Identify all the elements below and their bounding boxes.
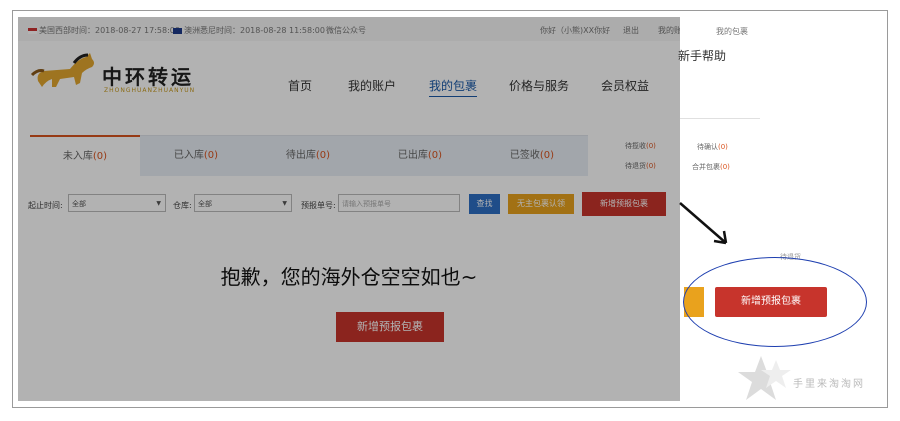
filter-bar: 起止时间: 全部 ▼ 仓库: 全部 ▼ 预报单号: 请输入预报单号 查找 无主包裹认…: [18, 192, 680, 222]
tab-pending-out[interactable]: 待出库(0): [252, 135, 364, 176]
unclaimed-button[interactable]: 无主包裹认领: [508, 194, 574, 214]
warehouse-label: 仓库:: [173, 201, 192, 210]
logo-english: ZHONGHUANZHUANYUN: [104, 87, 196, 94]
arrow-icon: [679, 202, 728, 245]
nav-member[interactable]: 会员权益: [601, 77, 649, 94]
screenshot-area: 美国西部时间：2018-08-27 17:58:00 澳洲悉尼时间：2018-0…: [18, 17, 680, 401]
time-select[interactable]: 全部 ▼: [68, 194, 166, 212]
new-forecast-big-button[interactable]: 新增预报包裹: [336, 312, 444, 342]
nav-help-outside[interactable]: 新手帮助: [678, 47, 726, 64]
watermark-text: 手里来淘淘网: [793, 379, 865, 390]
empty-message: 抱歉，您的海外仓空空如也~: [220, 265, 478, 289]
stat-pending-pickup[interactable]: 待揽收(0): [625, 141, 656, 151]
stat-merged[interactable]: 合并包裹(0): [692, 162, 730, 172]
highlight-ellipse: [683, 257, 867, 347]
us-flag-icon: [28, 27, 37, 34]
tab-shipped[interactable]: 已出库(0): [364, 135, 476, 176]
chevron-down-icon: ▼: [156, 200, 161, 207]
warehouse-select[interactable]: 全部 ▼: [194, 194, 292, 212]
nav-home[interactable]: 首页: [288, 77, 312, 94]
status-tabs: 未入库(0) 已入库(0) 待出库(0) 已出库(0) 已签收(0) 待揽收(0…: [18, 135, 680, 179]
wechat-link[interactable]: 微信公众号: [326, 25, 366, 36]
my-account-link[interactable]: 我的账户: [658, 25, 680, 36]
au-time: 澳洲悉尼时间：2018-08-28 11:58:00: [173, 25, 325, 36]
logo-chinese: 中环转运: [102, 65, 194, 89]
nav-my-parcels[interactable]: 我的包裹: [429, 77, 478, 97]
horse-logo-icon: [30, 53, 94, 87]
logout-link[interactable]: 退出: [623, 25, 639, 36]
divider: [680, 118, 760, 119]
my-parcels-link[interactable]: 我的包裹: [716, 26, 748, 37]
tab-stored[interactable]: 已入库(0): [140, 135, 252, 176]
au-flag-icon: [173, 27, 182, 34]
tab-not-stored[interactable]: 未入库(0): [30, 135, 140, 177]
greeting: 你好（小熊)XX你好: [540, 26, 611, 35]
top-bar: 美国西部时间：2018-08-27 17:58:00 澳洲悉尼时间：2018-0…: [18, 17, 680, 41]
chevron-down-icon: ▼: [282, 200, 287, 207]
stat-pending-confirm[interactable]: 待确认(0): [697, 142, 728, 152]
nav-pricing[interactable]: 价格与服务: [509, 77, 569, 94]
number-label: 预报单号:: [301, 201, 336, 210]
nav-my-account[interactable]: 我的账户: [348, 77, 396, 94]
time-label: 起止时间:: [28, 201, 63, 210]
stat-pending-return[interactable]: 待退货(0): [625, 161, 656, 171]
new-forecast-button[interactable]: 新增预报包裹: [582, 192, 666, 216]
tab-signed[interactable]: 已签收(0): [476, 135, 588, 176]
us-time: 美国西部时间：2018-08-27 17:58:00: [28, 25, 180, 36]
search-button[interactable]: 查找: [469, 194, 500, 214]
number-input[interactable]: 请输入预报单号: [338, 194, 460, 212]
